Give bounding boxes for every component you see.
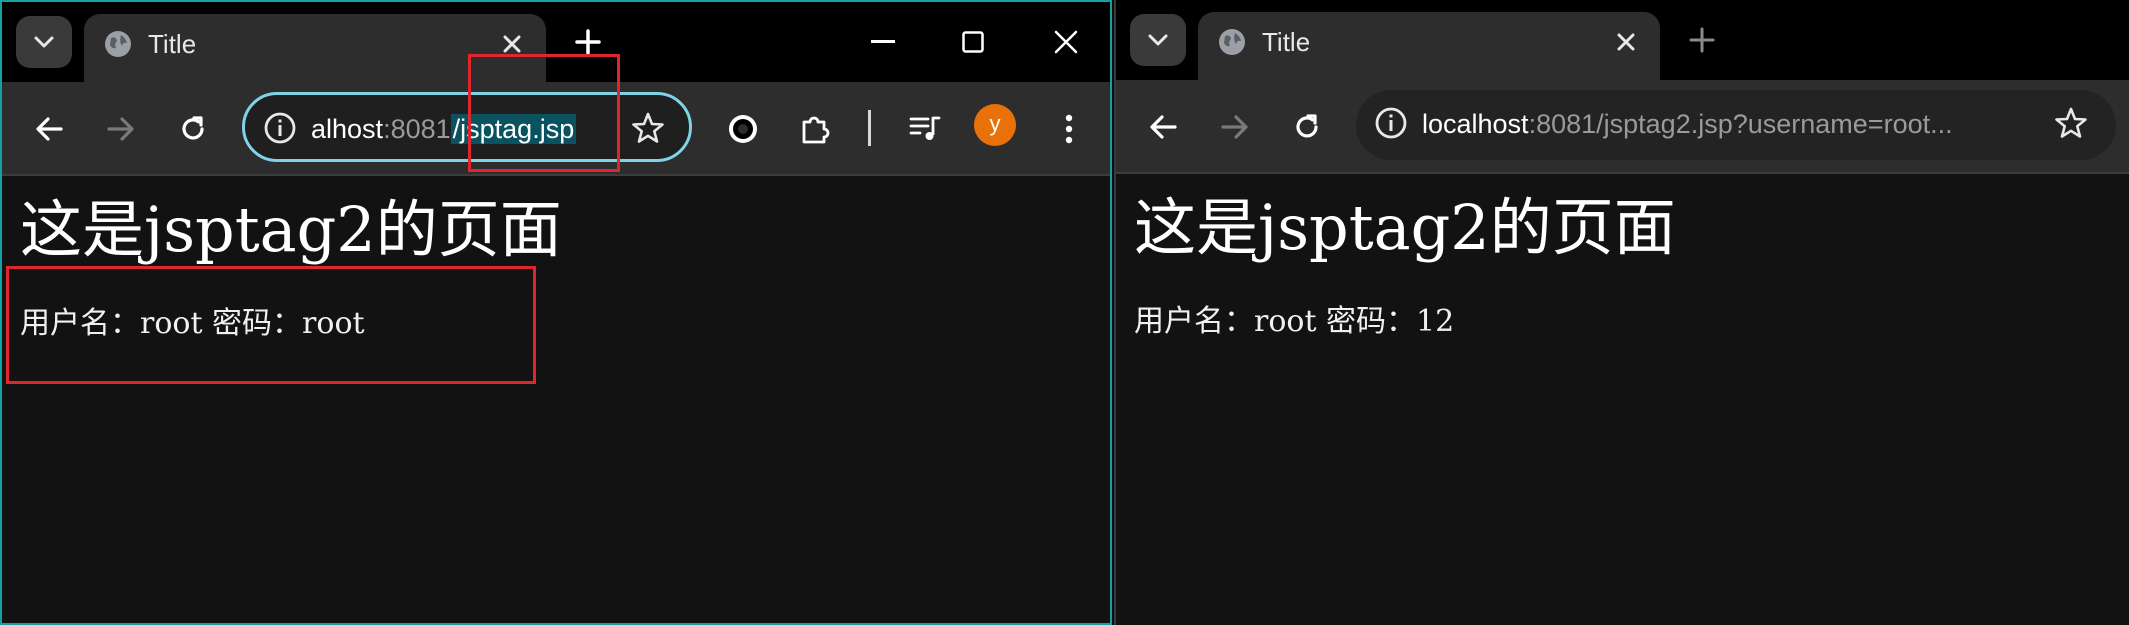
profile-avatar[interactable]: y — [974, 104, 1016, 146]
arrow-right-icon — [107, 117, 134, 141]
minimize-icon — [871, 40, 895, 43]
extensions-menu-button[interactable] — [792, 106, 838, 152]
left-browser-window: Title alhost:8081/jsptag.jsp y 这是jsptag2… — [0, 0, 1112, 625]
tab-title: Title — [1262, 27, 1311, 57]
close-icon — [1617, 33, 1635, 51]
address-host: alhost — [311, 114, 384, 144]
forward-button[interactable] — [1212, 104, 1258, 150]
music-queue-icon — [909, 116, 941, 140]
tab-title: Title — [148, 29, 197, 59]
maximize-icon — [962, 31, 984, 53]
globe-icon — [105, 31, 131, 57]
toolbar-separator — [868, 110, 871, 146]
tab-strip: Title — [1116, 0, 2129, 80]
window-close-button[interactable] — [1044, 20, 1088, 64]
browser-toolbar: localhost:8081/jsptag2.jsp?username=root… — [1116, 80, 2129, 174]
back-button[interactable] — [1140, 104, 1186, 150]
plus-icon — [575, 29, 601, 55]
page-heading: 这是jsptag2的页面 — [20, 193, 562, 266]
minimize-button[interactable] — [861, 20, 905, 64]
bookmark-star-icon[interactable] — [2052, 104, 2090, 142]
address-text[interactable]: localhost:8081/jsptag2.jsp?username=root… — [1422, 104, 1953, 144]
plus-icon — [1689, 27, 1715, 53]
tab-close-button[interactable] — [1610, 26, 1642, 58]
chevron-down-icon — [34, 36, 54, 48]
address-bar[interactable]: localhost:8081/jsptag2.jsp?username=root… — [1356, 90, 2116, 160]
browser-menu-button[interactable] — [1046, 106, 1092, 152]
chevron-down-icon — [1148, 34, 1168, 46]
arrow-left-icon — [1150, 115, 1177, 139]
annotation-box-content — [6, 266, 536, 384]
tab-search-button[interactable] — [16, 16, 72, 68]
address-port: :8081 — [383, 114, 451, 144]
page-heading: 这是jsptag2的页面 — [1134, 191, 1676, 264]
more-vertical-icon — [1065, 114, 1073, 144]
new-tab-button[interactable] — [1682, 20, 1722, 60]
user-info-text: 用户名：root 密码：12 — [1134, 304, 1455, 339]
reload-icon — [182, 116, 204, 140]
address-path: :8081/jsptag2.jsp?username=root... — [1528, 109, 1953, 139]
close-icon — [1054, 30, 1078, 54]
puzzle-icon — [802, 116, 830, 144]
right-browser-window: Title localhost:8081/jsptag2.jsp?usernam… — [1114, 0, 2129, 625]
reload-icon — [1296, 114, 1318, 138]
tab-search-button[interactable] — [1130, 14, 1186, 66]
annotation-box-url — [468, 54, 620, 172]
media-controls-button[interactable] — [902, 106, 948, 152]
close-icon — [503, 35, 521, 53]
back-button[interactable] — [26, 106, 72, 152]
reload-button[interactable] — [1284, 104, 1330, 150]
reload-button[interactable] — [170, 106, 216, 152]
globe-icon — [1219, 29, 1245, 55]
address-host: localhost — [1422, 109, 1529, 139]
tab-active[interactable]: Title — [1198, 12, 1660, 80]
arrow-left-icon — [36, 117, 63, 141]
bookmark-star-icon[interactable] — [629, 109, 667, 147]
page-content: 这是jsptag2的页面 用户名：root 密码：root — [2, 176, 1110, 623]
site-info-icon — [264, 112, 296, 144]
arrow-right-icon — [1221, 115, 1248, 139]
address-bar[interactable]: alhost:8081/jsptag.jsp — [242, 92, 692, 162]
site-info-icon — [1375, 107, 1407, 139]
extension-button[interactable] — [720, 106, 766, 152]
maximize-button[interactable] — [951, 20, 995, 64]
forward-button[interactable] — [98, 106, 144, 152]
ring-extension-icon — [729, 115, 757, 143]
page-content: 这是jsptag2的页面 用户名：root 密码：12 — [1116, 174, 2129, 625]
